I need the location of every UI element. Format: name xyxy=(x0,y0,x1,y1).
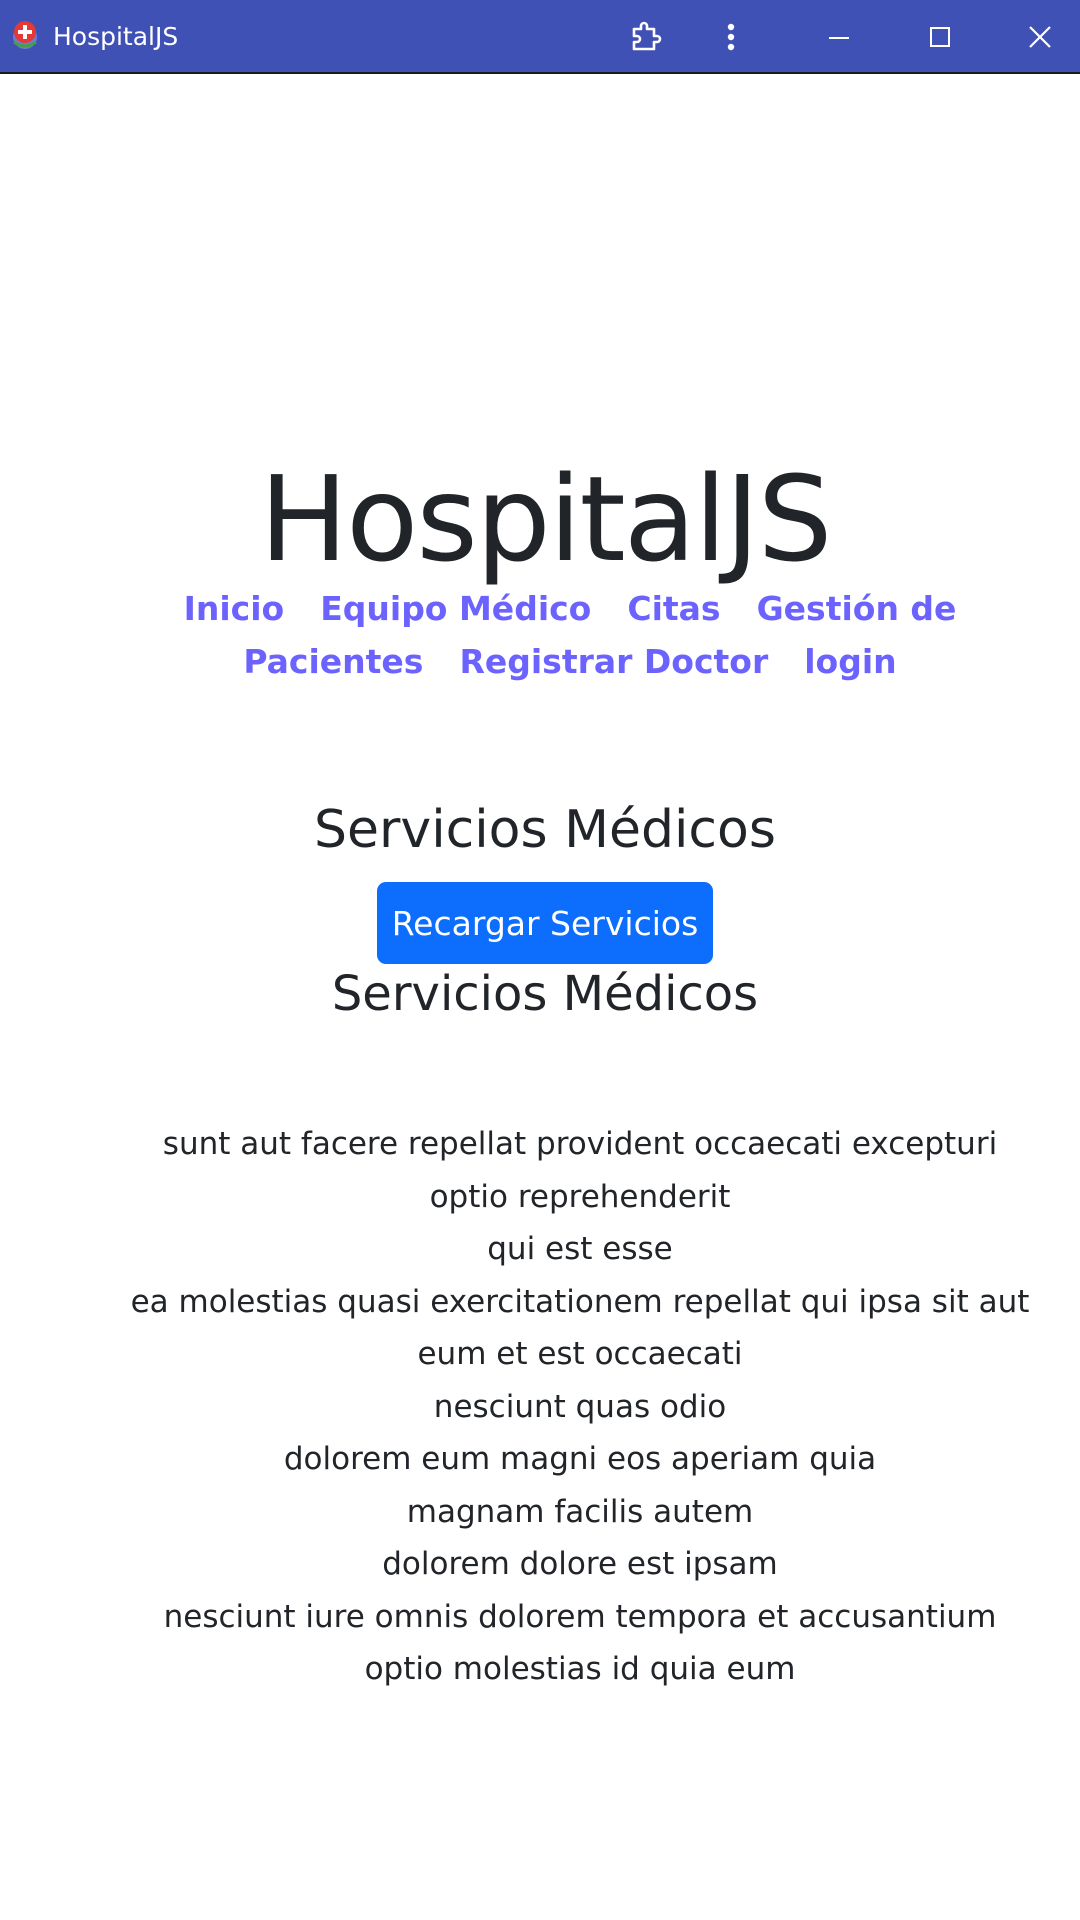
reload-services-button[interactable]: Recargar Servicios xyxy=(377,882,713,964)
nav-link-gestion-pacientes-1[interactable]: Gestión de xyxy=(757,582,957,635)
service-item: nesciunt iure omnis dolorem tempora et a… xyxy=(163,1598,997,1635)
services-list: sunt aut facere repellat provident occae… xyxy=(120,1118,1040,1696)
maximize-button[interactable] xyxy=(909,0,971,74)
maximize-icon xyxy=(930,27,950,47)
page-content: HospitalJS Inicio Equipo Médico Citas Ge… xyxy=(0,76,1080,1920)
nav-link-registrar-doctor[interactable]: Registrar Doctor xyxy=(459,635,768,688)
window-title: HospitalJS xyxy=(53,22,179,51)
service-item: qui est esse xyxy=(487,1231,673,1267)
services-list-title: Servicios Médicos xyxy=(331,966,759,1022)
puzzle-icon[interactable] xyxy=(622,0,668,74)
close-icon xyxy=(1029,26,1051,48)
nav-line-2: Pacientes Registrar Doctor login xyxy=(210,635,930,688)
nav-link-citas[interactable]: Citas xyxy=(627,582,720,635)
main-nav: Inicio Equipo Médico Citas Gestión de Pa… xyxy=(184,582,957,688)
service-item: optio molestias id quia eum xyxy=(364,1651,796,1687)
nav-line-1: Inicio Equipo Médico Citas Gestión de xyxy=(184,582,957,635)
service-item: magnam facilis autem xyxy=(406,1493,754,1530)
nav-link-equipo-medico[interactable]: Equipo Médico xyxy=(320,582,591,635)
service-item: dolorem dolore est ipsam xyxy=(382,1546,778,1582)
minimize-button[interactable] xyxy=(808,0,870,74)
section-title: Servicios Médicos xyxy=(314,800,776,860)
service-item: nesciunt quas odio xyxy=(433,1388,727,1425)
service-item: dolorem eum magni eos aperiam quia xyxy=(283,1441,877,1477)
brand-title: HospitalJS xyxy=(259,450,832,588)
minimize-icon xyxy=(829,37,849,39)
close-button[interactable] xyxy=(1009,0,1071,74)
more-vertical-icon[interactable] xyxy=(716,0,746,74)
nav-link-gestion-pacientes-2[interactable]: Pacientes xyxy=(243,635,423,688)
service-item: sunt aut facere repellat provident occae… xyxy=(162,1126,998,1215)
window-titlebar: HospitalJS xyxy=(0,0,1080,74)
red-cross-app-icon xyxy=(10,20,40,50)
service-item: eum et est occaecati xyxy=(417,1336,743,1372)
nav-link-login[interactable]: login xyxy=(804,635,896,688)
service-item: ea molestias quasi exercitationem repell… xyxy=(130,1283,1030,1320)
nav-link-inicio[interactable]: Inicio xyxy=(184,582,285,635)
